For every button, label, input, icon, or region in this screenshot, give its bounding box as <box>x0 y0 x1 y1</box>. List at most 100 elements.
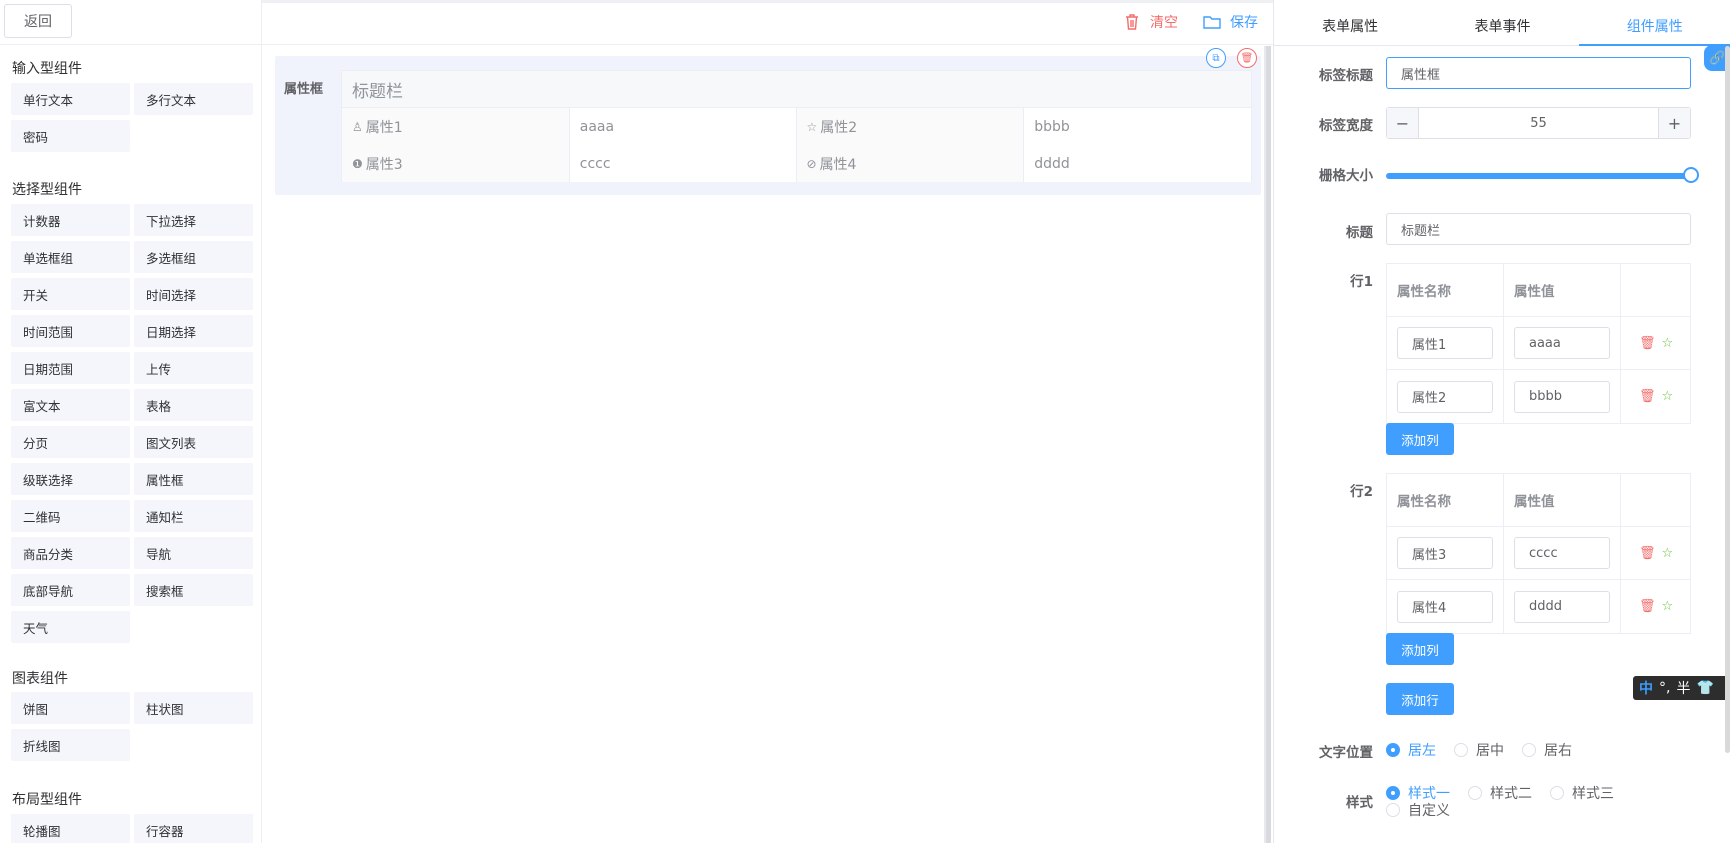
add-column-button[interactable]: 添加列 <box>1386 423 1454 455</box>
component-item[interactable]: 分页 <box>11 426 130 458</box>
component-item[interactable]: 柱状图 <box>134 692 253 724</box>
component-item[interactable]: 上传 <box>134 352 253 384</box>
component-item[interactable]: 多行文本 <box>134 83 253 115</box>
tab-component-props[interactable]: 组件属性 <box>1578 6 1730 46</box>
radio-dot <box>1454 743 1468 757</box>
tab-form-events[interactable]: 表单事件 <box>1426 6 1578 45</box>
form-designer: 返回 输入型组件 单行文本 多行文本 密码 选择型组件 计数器 下拉选择 单选框… <box>0 0 1730 843</box>
header-actions <box>1621 474 1690 526</box>
property-value: dddd <box>1024 145 1251 182</box>
attr-value-input[interactable]: dddd <box>1514 590 1610 623</box>
component-item[interactable]: 时间选择 <box>134 278 253 310</box>
attr-value-input[interactable]: aaaa <box>1514 327 1610 359</box>
right-scrollbar[interactable] <box>1725 46 1730 753</box>
attr-name-input[interactable]: 属性1 <box>1397 327 1493 359</box>
component-item[interactable]: 行容器 <box>134 814 253 843</box>
delete-icon[interactable]: 🗑 <box>1639 599 1656 614</box>
radio-style-3[interactable]: 样式三 <box>1550 783 1614 803</box>
component-item[interactable]: 轮播图 <box>11 814 130 843</box>
group-input-components: 单行文本 多行文本 密码 <box>11 83 253 152</box>
attr-value-input[interactable]: cccc <box>1514 537 1610 569</box>
radio-label: 居左 <box>1408 743 1436 759</box>
attr-name-input[interactable]: 属性3 <box>1397 537 1493 569</box>
component-item[interactable]: 日期范围 <box>11 352 130 384</box>
component-item[interactable]: 单行文本 <box>11 83 130 115</box>
component-item[interactable]: 下拉选择 <box>134 204 253 236</box>
component-item[interactable]: 级联选择 <box>11 463 130 495</box>
label-width-stepper: − 55 + <box>1386 107 1691 139</box>
table-row: 属性1 aaaa 🗑 ☆ <box>1387 317 1690 370</box>
property-box-preview: 标题栏 ♙ 属性1 aaaa ☆ 属性2 bbbb ❶ 属性3 cccc ⊘ 属性4 d… <box>341 70 1252 182</box>
header-attr-name: 属性名称 <box>1387 474 1504 526</box>
back-button[interactable]: 返回 <box>4 4 72 38</box>
component-item[interactable]: 折线图 <box>11 729 130 761</box>
save-button[interactable]: 保存 <box>1202 12 1258 32</box>
grid-size-slider[interactable] <box>1386 173 1688 179</box>
delete-icon[interactable]: 🗑 <box>1639 546 1656 561</box>
radio-style-custom[interactable]: 自定义 <box>1386 800 1450 820</box>
center-scrollbar[interactable] <box>1266 46 1271 843</box>
component-item[interactable]: 导航 <box>134 537 253 569</box>
component-item[interactable]: 商品分类 <box>11 537 130 569</box>
component-item[interactable]: 属性框 <box>134 463 253 495</box>
info-icon: ❶ <box>352 156 363 171</box>
component-item[interactable]: 表格 <box>134 389 253 421</box>
component-item[interactable]: 单选框组 <box>11 241 130 273</box>
increment-button[interactable]: + <box>1658 108 1690 138</box>
radio-right[interactable]: 居右 <box>1522 740 1572 760</box>
property-key: ⊘ 属性4 <box>796 145 1025 182</box>
ime-toolbar[interactable]: 中 °, 半 👕 <box>1633 676 1730 700</box>
table-row: 属性2 bbbb 🗑 ☆ <box>1387 370 1690 423</box>
component-item[interactable]: 多选框组 <box>134 241 253 273</box>
component-item[interactable]: 搜索框 <box>134 574 253 606</box>
add-row-button[interactable]: 添加行 <box>1386 683 1454 715</box>
component-item[interactable]: 底部导航 <box>11 574 130 606</box>
component-item[interactable]: 开关 <box>11 278 130 310</box>
actions-cell: 🗑 ☆ <box>1621 527 1690 579</box>
decrement-button[interactable]: − <box>1387 108 1419 138</box>
component-item[interactable]: 二维码 <box>11 500 130 532</box>
component-item[interactable]: 通知栏 <box>134 500 253 532</box>
label-title-input[interactable]: 属性框 <box>1386 57 1691 89</box>
radio-left[interactable]: 居左 <box>1386 740 1436 760</box>
component-item[interactable]: 图文列表 <box>134 426 253 458</box>
name-cell: 属性4 <box>1387 580 1504 633</box>
attr-name-input[interactable]: 属性2 <box>1397 380 1493 413</box>
delete-icon[interactable]: 🗑 <box>1237 48 1257 68</box>
tab-form-props[interactable]: 表单属性 <box>1274 6 1426 45</box>
value-cell: aaaa <box>1504 317 1621 369</box>
component-item[interactable]: 天气 <box>11 611 130 643</box>
component-item[interactable]: 密码 <box>11 120 130 152</box>
component-item[interactable]: 富文本 <box>11 389 130 421</box>
title-input[interactable]: 标题栏 <box>1386 213 1691 245</box>
component-item[interactable]: 日期选择 <box>134 315 253 347</box>
table-header: 属性名称 属性值 <box>1387 474 1690 527</box>
clear-button[interactable]: 清空 <box>1122 12 1178 32</box>
style-label: 样式 <box>1346 795 1373 811</box>
radio-dot <box>1468 786 1482 800</box>
star-icon[interactable]: ☆ <box>1662 336 1674 351</box>
radio-center[interactable]: 居中 <box>1454 740 1504 760</box>
label-width-value[interactable]: 55 <box>1419 108 1658 138</box>
star-icon[interactable]: ☆ <box>1662 389 1674 404</box>
property-value: bbbb <box>1024 108 1251 145</box>
delete-icon[interactable]: 🗑 <box>1639 336 1656 351</box>
star-icon[interactable]: ☆ <box>1662 599 1674 614</box>
delete-icon[interactable]: 🗑 <box>1639 389 1656 404</box>
divider <box>0 44 262 45</box>
attr-name-input[interactable]: 属性4 <box>1397 590 1493 623</box>
add-column-button[interactable]: 添加列 <box>1386 633 1454 665</box>
clear-label: 清空 <box>1150 15 1178 31</box>
radio-style-2[interactable]: 样式二 <box>1468 783 1532 803</box>
attr-value-input[interactable]: bbbb <box>1514 380 1610 413</box>
slider-handle[interactable] <box>1683 167 1699 183</box>
star-icon[interactable]: ☆ <box>1662 546 1674 561</box>
name-cell: 属性3 <box>1387 527 1504 579</box>
copy-icon[interactable]: ⧉ <box>1206 48 1226 68</box>
label-title-label: 标签标题 <box>1319 68 1373 84</box>
property-row: ❶ 属性3 cccc ⊘ 属性4 dddd <box>342 145 1251 182</box>
component-item[interactable]: 时间范围 <box>11 315 130 347</box>
component-item[interactable]: 饼图 <box>11 692 130 724</box>
component-item[interactable]: 计数器 <box>11 204 130 236</box>
component-sidebar: 返回 输入型组件 单行文本 多行文本 密码 选择型组件 计数器 下拉选择 单选框… <box>0 0 262 843</box>
